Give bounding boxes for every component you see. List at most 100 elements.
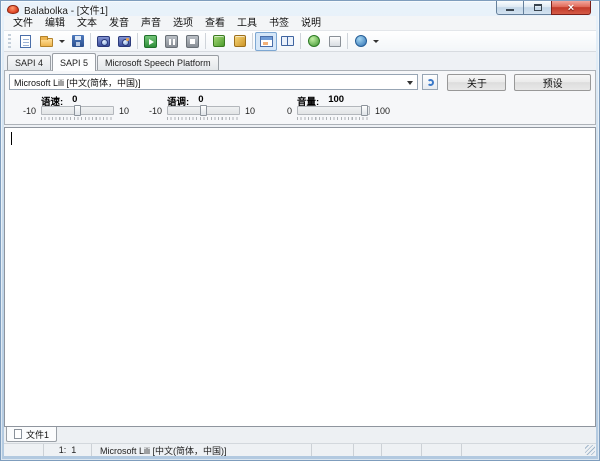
pitch-max-label: 10 [245,106,255,116]
new-document-icon [20,35,31,48]
document-icon [14,429,22,439]
tab-sapi4[interactable]: SAPI 4 [7,55,51,70]
menu-help[interactable]: 说明 [295,16,327,31]
speed-max-label: 10 [119,106,129,116]
open-file-icon [40,38,53,47]
volume-value: 100 [328,94,344,105]
pitch-value: 0 [198,94,203,105]
refresh-voices-button[interactable] [422,74,439,90]
open-file-button[interactable] [36,32,57,51]
minimize-icon [506,9,514,11]
document-text-area[interactable] [4,127,596,427]
dictionary-icon [281,36,294,46]
book-gray-button[interactable] [324,32,345,51]
volume-slider[interactable] [297,106,370,115]
document-tab-label: 文件1 [26,428,49,441]
menu-text[interactable]: 文本 [71,16,103,31]
close-button[interactable]: × [551,1,591,15]
tab-sapi5[interactable]: SAPI 5 [52,53,96,71]
status-panel-empty [422,444,462,456]
sliders-row: 语速: 0 -10 10 语调: 0 [9,94,591,121]
pitch-slider-ticks [167,117,240,121]
speed-slider[interactable] [41,106,114,115]
menu-pronunciation[interactable]: 发音 [103,16,135,31]
resize-grip[interactable] [585,445,595,455]
voice-select[interactable]: Microsoft Lili [中文(简体，中国)] [9,74,418,90]
skins-button[interactable] [350,32,371,51]
chevron-down-icon [59,40,65,43]
app-icon [7,5,19,14]
book-gray-icon [329,36,341,47]
menu-bookmarks[interactable]: 书签 [263,16,295,31]
stop-icon [186,35,199,48]
speed-min-label: -10 [15,106,36,116]
play-button[interactable] [140,32,161,51]
speed-slider-ticks [41,117,114,121]
window-title: Balabolka - [文件1] [24,2,108,17]
client-area: 文件 编辑 文本 发音 声音 选项 查看 工具 书签 说明 [4,16,596,456]
status-panel-empty [462,444,596,456]
box-orange-button[interactable] [229,32,250,51]
menu-edit[interactable]: 编辑 [39,16,71,31]
refresh-green-button[interactable] [303,32,324,51]
volume-max-label: 100 [375,106,390,116]
speed-label: 语速: [41,94,63,105]
play-icon [144,35,157,48]
toolbar-grip[interactable] [8,34,11,49]
speed-slider-thumb[interactable] [74,105,81,116]
save-file-button[interactable] [67,32,88,51]
toolbar-separator [205,33,206,49]
save-audio-button[interactable] [93,32,114,51]
skins-icon [355,35,367,47]
pause-button[interactable] [161,32,182,51]
layout-toggle-button[interactable] [255,32,277,51]
status-panel-empty [4,444,44,456]
toolbar-separator [300,33,301,49]
presets-button[interactable]: 预设 [514,74,591,91]
new-document-button[interactable] [15,32,36,51]
pitch-label: 语调: [167,94,189,105]
pitch-min-label: -10 [141,106,162,116]
volume-min-label: 0 [271,106,292,116]
pitch-slider-group: 语调: 0 -10 10 [141,94,255,121]
menu-options[interactable]: 选项 [167,16,199,31]
window-controls: × [496,1,591,15]
text-caret [11,132,12,145]
menu-view[interactable]: 查看 [199,16,231,31]
audio-converter-button[interactable] [114,32,135,51]
box-green-button[interactable] [208,32,229,51]
voice-row: Microsoft Lili [中文(简体，中国)] 关于 预设 [9,73,591,91]
volume-slider-thumb[interactable] [361,105,368,116]
skins-dropdown[interactable] [371,32,381,51]
document-tab[interactable]: 文件1 [6,427,57,442]
stop-button[interactable] [182,32,203,51]
maximize-button[interactable] [524,1,551,15]
document-tabstrip: 文件1 [4,427,596,443]
pause-icon [165,35,178,48]
about-voice-button[interactable]: 关于 [447,74,506,91]
status-panel-empty [312,444,354,456]
box-orange-icon [234,35,246,47]
status-panel-empty [354,444,382,456]
minimize-button[interactable] [496,1,524,15]
tab-microsoft-speech-platform[interactable]: Microsoft Speech Platform [97,55,219,70]
dictionary-button[interactable] [277,32,298,51]
layout-toggle-icon [260,36,273,47]
toolbar [4,31,596,52]
menu-file[interactable]: 文件 [7,16,39,31]
open-file-dropdown[interactable] [57,32,67,51]
pitch-slider-thumb[interactable] [200,105,207,116]
menu-voice[interactable]: 声音 [135,16,167,31]
close-icon: × [568,2,574,14]
voice-panel: Microsoft Lili [中文(简体，中国)] 关于 预设 语速: 0 [4,70,596,125]
status-panel-empty [382,444,422,456]
toolbar-separator [347,33,348,49]
status-voice-name: Microsoft Lili [中文(简体，中国)] [92,444,312,456]
speed-slider-group: 语速: 0 -10 10 [15,94,129,121]
chevron-down-icon [407,81,413,85]
engine-tabstrip: SAPI 4 SAPI 5 Microsoft Speech Platform [4,52,596,70]
menu-tools[interactable]: 工具 [231,16,263,31]
pitch-slider[interactable] [167,106,240,115]
volume-slider-ticks [297,117,370,121]
status-cursor-position: 1: 1 [44,444,92,456]
